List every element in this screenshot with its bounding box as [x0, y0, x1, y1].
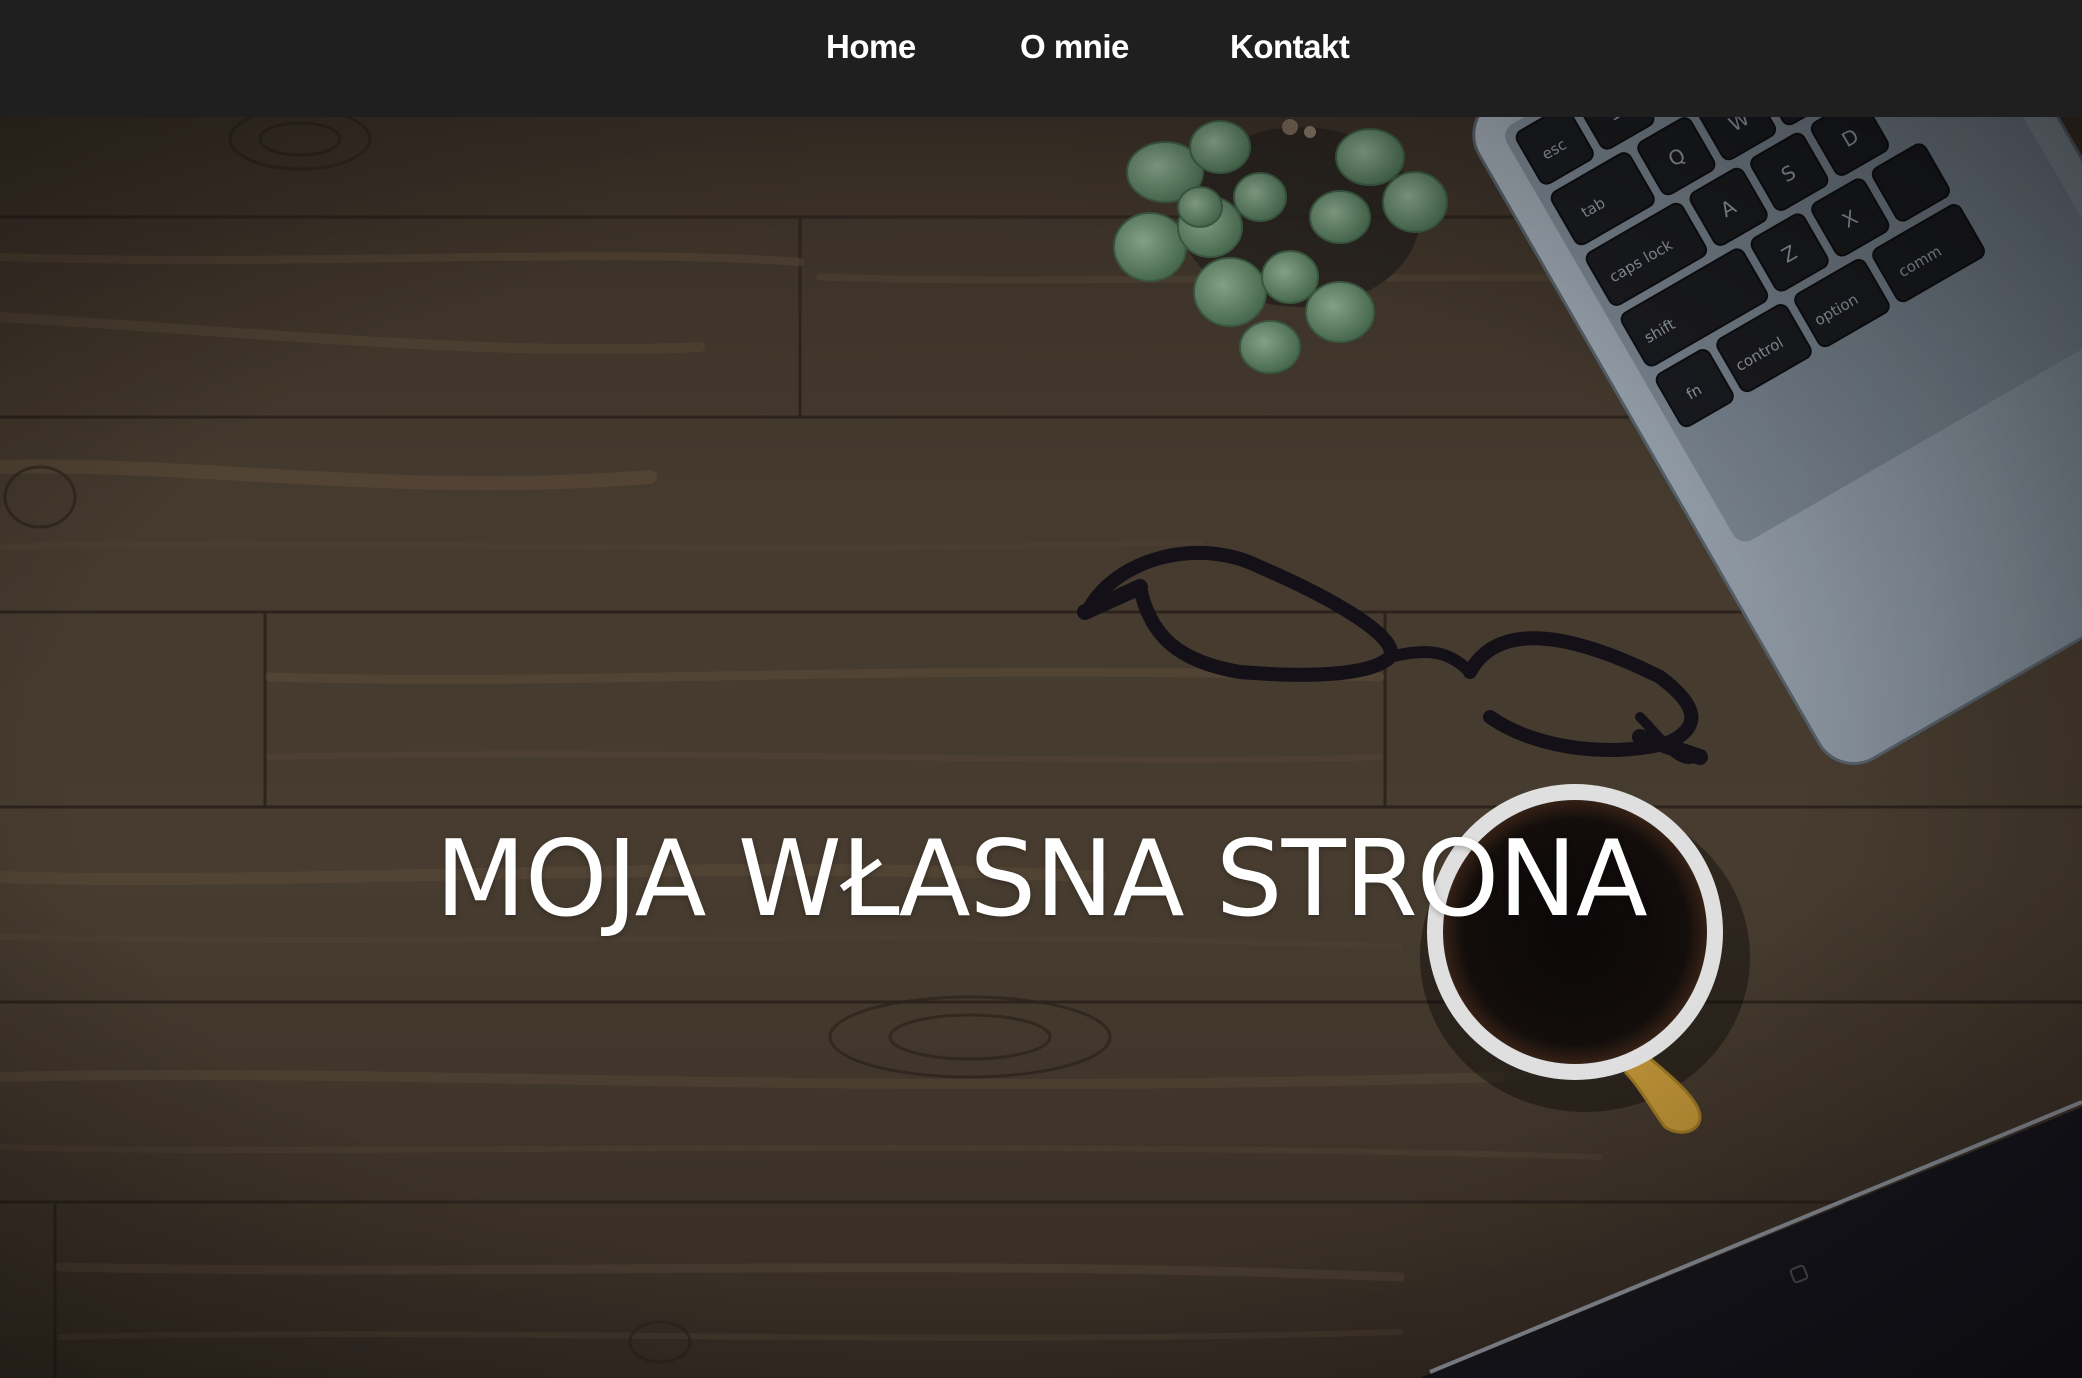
nav-link-home[interactable]: Home	[826, 28, 916, 66]
hero-title: MOJA WŁASNA STRONA	[435, 818, 1647, 940]
top-navbar: Home O mnie Kontakt	[0, 0, 2082, 117]
nav-link-about[interactable]: O mnie	[1020, 28, 1129, 66]
page: Home O mnie Kontakt MOJA WŁASNA STRONA	[0, 0, 2082, 1378]
hero-section: esc tab caps lock shift fn control optio…	[0, 117, 2082, 1378]
nav-menu: Home O mnie Kontakt	[0, 0, 2082, 117]
nav-link-contact[interactable]: Kontakt	[1230, 28, 1350, 66]
hero-background-image: esc tab caps lock shift fn control optio…	[0, 117, 2082, 1378]
